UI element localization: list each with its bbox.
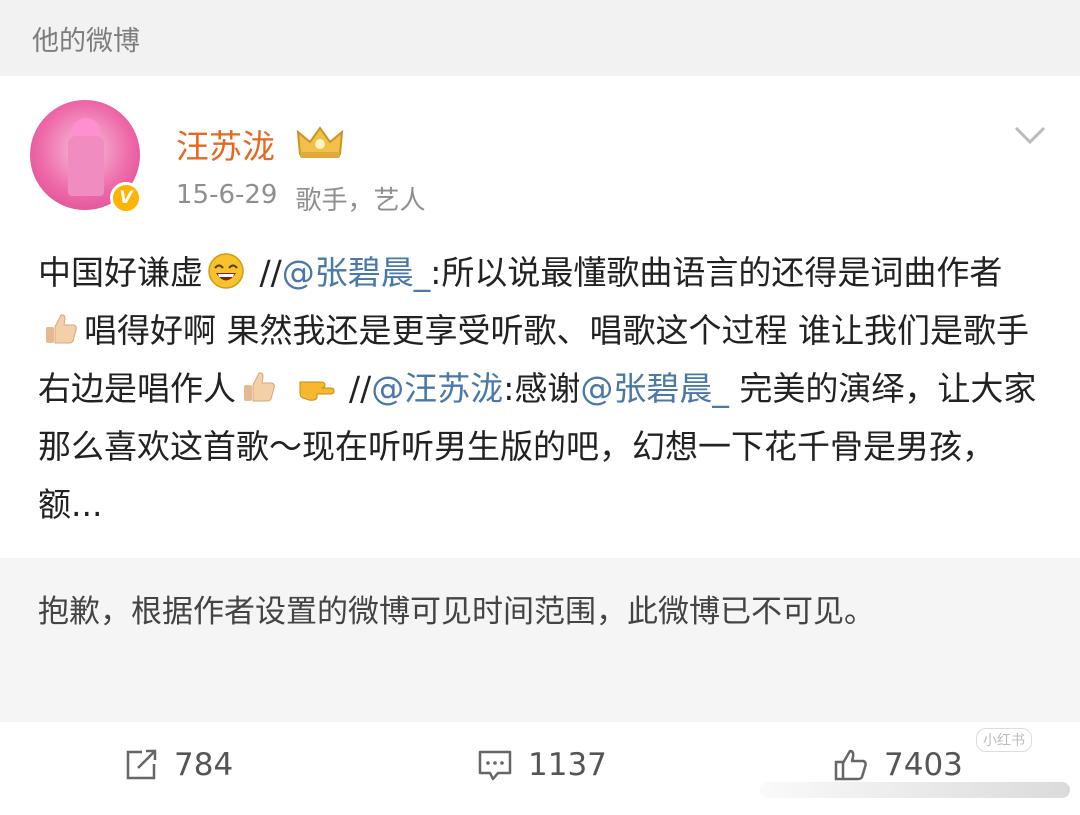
comment-icon [478,750,512,781]
post-text: 中国好谦虚 //@张碧晨_:所以说最懂歌曲语言的还得是词曲作者唱得好啊 果然我还… [38,244,1048,534]
post-text-segment: 中国好谦虚 [38,253,203,292]
post-text-segment: // [249,253,282,292]
avatar[interactable]: V [30,100,142,214]
watermark-bar [760,782,1070,798]
mention-link[interactable]: @张碧晨_ [580,369,729,408]
verified-badge-icon: V [110,182,142,214]
comment-count: 1137 [528,747,607,783]
chevron-down-icon[interactable] [1010,120,1050,150]
crown-icon [296,126,344,158]
pointing-right-emoji-icon [299,381,335,401]
repost-icon [126,749,157,780]
post-text-segment: :感谢 [503,369,581,408]
post-date: 15-6-29 [176,180,278,210]
thumbs-up-emoji-icon [46,314,77,344]
user-description: 歌手，艺人 [295,186,426,216]
section-header: 他的微博 [0,0,1080,76]
post-text-segment: :所以说最懂歌曲语言的还得是词曲作者 [430,253,1003,292]
laughing-emoji-icon [208,253,244,289]
user-name[interactable]: 汪苏泷 [176,120,275,168]
thumbs-up-emoji-icon [244,372,275,402]
like-count: 7403 [884,747,963,783]
post-text-segment: // [338,369,372,408]
notice-text: 抱歉，根据作者设置的微博可见时间范围，此微博已不可见。 [38,594,875,630]
comment-button[interactable]: 1137 [476,746,607,784]
repost-button[interactable]: 784 [122,746,233,784]
action-bar: 784 1137 7403 [0,722,1080,815]
mention-link[interactable]: @张碧晨_ [282,253,431,292]
like-button[interactable]: 7403 [832,746,963,784]
thumbs-up-icon [834,749,867,781]
repost-count: 784 [174,747,234,783]
post-meta: 15-6-29 歌手，艺人 [176,180,426,217]
section-title: 他的微博 [32,25,140,57]
visibility-notice: 抱歉，根据作者设置的微博可见时间范围，此微博已不可见。 [0,558,1080,722]
mention-link[interactable]: @汪苏泷 [371,369,503,408]
watermark-logo: 小红书 [976,728,1032,752]
